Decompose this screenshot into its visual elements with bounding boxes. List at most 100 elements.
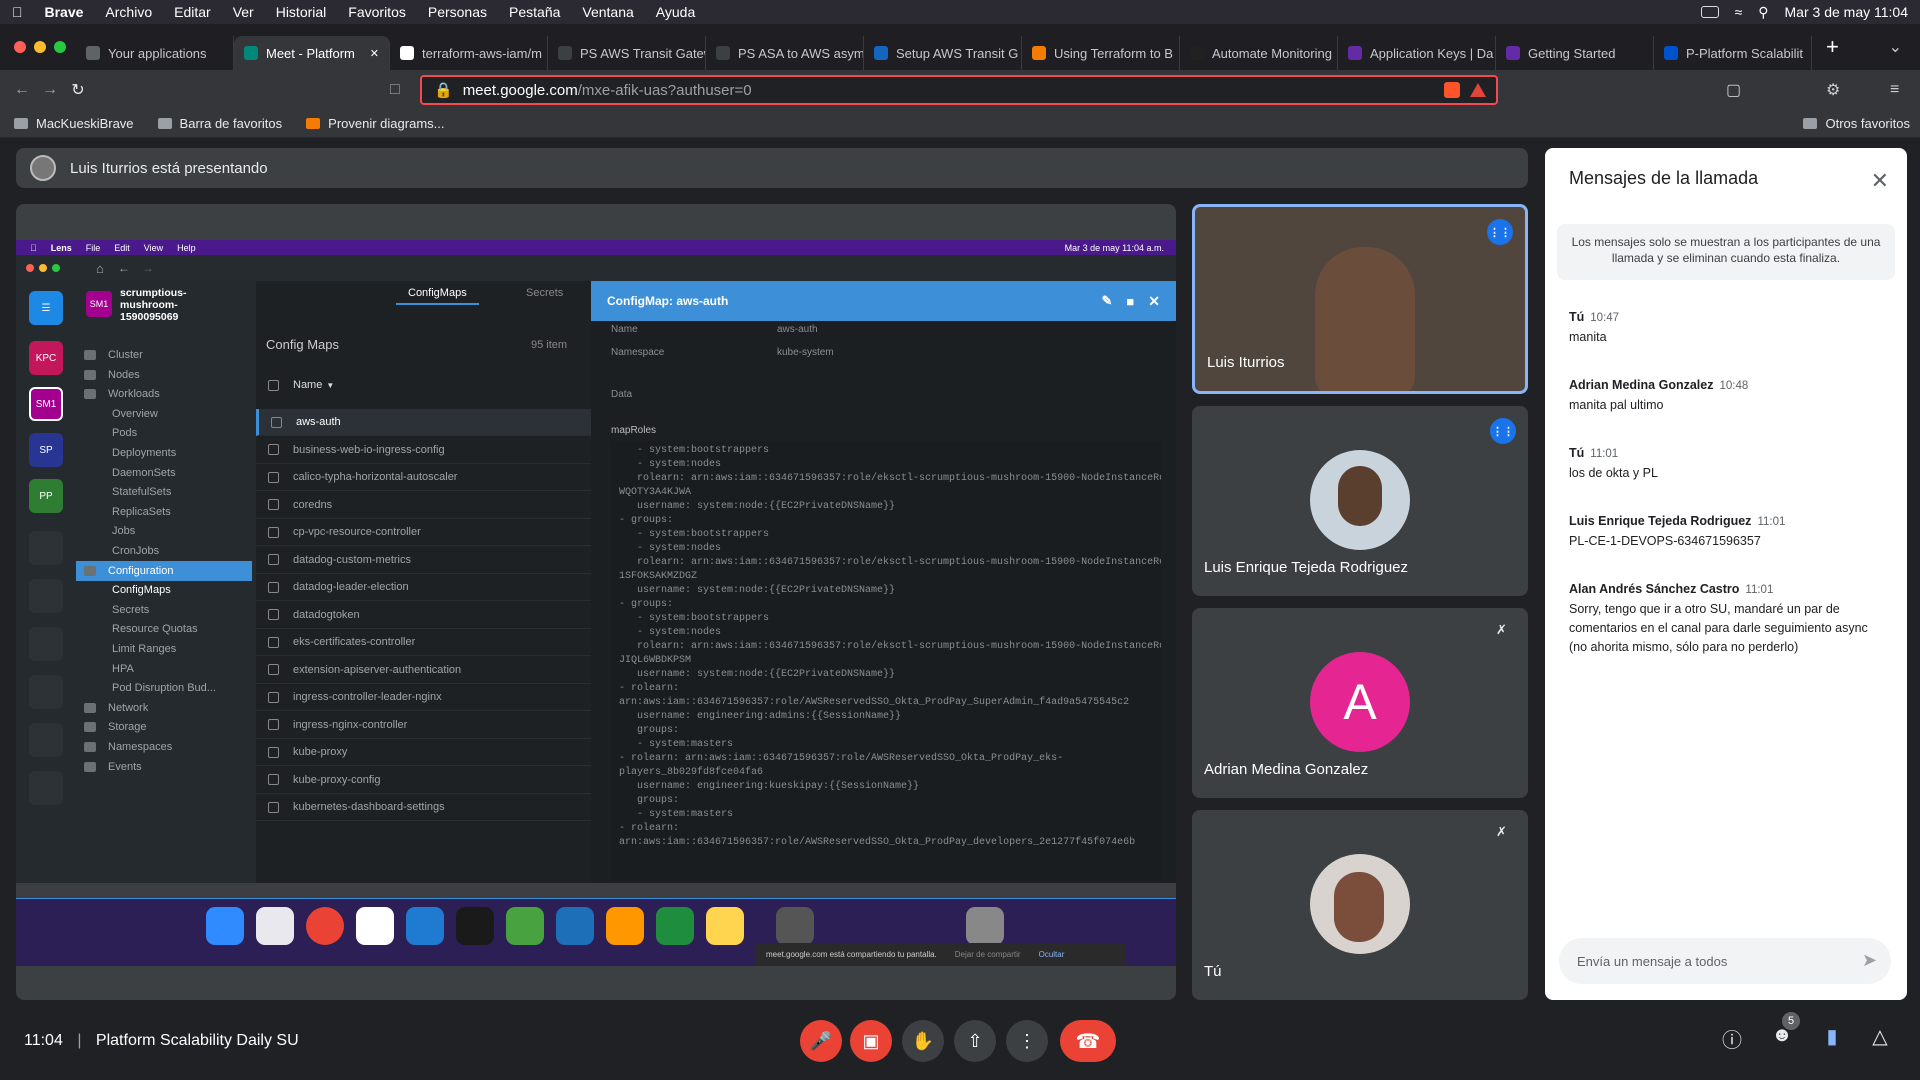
maproles-line: JIQL6WBDKPSM bbox=[619, 655, 692, 666]
browser-tab[interactable]: PS AWS Transit Gateway bbox=[548, 36, 706, 70]
more-options-button[interactable]: ⋮ bbox=[1006, 1020, 1048, 1062]
participant-tile[interactable]: ⋮⋮ Luis Iturrios bbox=[1192, 204, 1528, 394]
configmap-name: calico-typha-horizontal-autoscaler bbox=[293, 471, 458, 483]
tab-configmaps: ConfigMaps bbox=[396, 287, 479, 305]
folder-icon bbox=[14, 118, 28, 129]
forward-button[interactable]: → bbox=[36, 81, 64, 99]
menu-favoritos[interactable]: Favoritos bbox=[348, 4, 406, 20]
close-tab-icon[interactable]: ✕ bbox=[370, 47, 379, 60]
browser-tab[interactable]: Getting Started bbox=[1496, 36, 1654, 70]
close-icon[interactable]: ✕ bbox=[1871, 168, 1889, 194]
browser-tab[interactable]: PS ASA to AWS asymme bbox=[706, 36, 864, 70]
bookmark-mackueskibrave[interactable]: MacKueskiBrave bbox=[14, 116, 134, 131]
menu-icon[interactable]: ≡ bbox=[1890, 81, 1899, 99]
presenter-avatar bbox=[30, 155, 56, 181]
brave-rewards-icon[interactable] bbox=[1470, 83, 1486, 97]
app-menu-brave[interactable]: Brave bbox=[45, 4, 84, 20]
chat-title: Mensajes de la llamada bbox=[1569, 168, 1759, 188]
participant-tile[interactable]: ✗ Tú bbox=[1192, 810, 1528, 1000]
bookmark-provenir[interactable]: Provenir diagrams... bbox=[306, 116, 444, 131]
mic-toggle-button[interactable]: 🎤 bbox=[800, 1020, 842, 1062]
lens-sidebar-label: ConfigMaps bbox=[112, 584, 171, 597]
lens-sidebar-label: Resource Quotas bbox=[112, 623, 198, 636]
present-button[interactable]: ⇧ bbox=[954, 1020, 996, 1062]
participant-tile[interactable]: ⋮⋮ Luis Enrique Tejeda Rodriguez bbox=[1192, 406, 1528, 596]
tab-search-chevron-icon[interactable]: ⌄ bbox=[1889, 37, 1902, 57]
maproles-line: username: system:node:{{EC2PrivateDNSNam… bbox=[619, 669, 896, 680]
browser-tab[interactable]: terraform-aws-iam/m bbox=[390, 36, 548, 70]
send-icon[interactable]: ➤ bbox=[1862, 950, 1877, 971]
extension-icon[interactable]: ▢ bbox=[1726, 80, 1741, 100]
browser-tab[interactable]: Setup AWS Transit G bbox=[864, 36, 1022, 70]
participant-avatar bbox=[1310, 450, 1410, 550]
search-icon[interactable]: ⚲ bbox=[1758, 4, 1768, 21]
bookmark-barra-favoritos[interactable]: Barra de favoritos bbox=[157, 116, 282, 131]
tab-secrets: Secrets bbox=[526, 287, 564, 299]
cluster-name: scrumptious-mushroom-1590095069 bbox=[120, 287, 187, 323]
browser-tab[interactable]: Meet - Platform ✕ bbox=[234, 36, 390, 70]
chat-message-input[interactable]: Envía un mensaje a todos ➤ bbox=[1559, 938, 1891, 984]
favicon-icon bbox=[1032, 46, 1046, 60]
nav-icon bbox=[84, 565, 96, 576]
favicon-icon bbox=[244, 46, 258, 60]
macos-menubar:  Brave Archivo Editar Ver Historial Fav… bbox=[0, 0, 1920, 24]
catalog-icon: ☰ bbox=[29, 291, 63, 325]
brave-shields-icon[interactable] bbox=[1444, 82, 1460, 98]
configmap-row: kube-proxy-config bbox=[256, 767, 591, 794]
browser-tab[interactable]: Using Terraform to B bbox=[1022, 36, 1180, 70]
maproles-line: - system:nodes bbox=[619, 627, 722, 638]
browser-tab[interactable]: Automate Monitoring bbox=[1180, 36, 1338, 70]
nav-icon bbox=[84, 369, 96, 380]
chat-icon[interactable]: ▮ bbox=[1818, 1024, 1846, 1052]
data-label: Data bbox=[611, 389, 633, 400]
puzzle-icon[interactable]: ⚙ bbox=[1826, 80, 1840, 100]
configmap-row: cp-vpc-resource-controller bbox=[256, 519, 591, 546]
minimize-window-button[interactable] bbox=[34, 41, 46, 53]
back-button[interactable]: ← bbox=[8, 81, 36, 99]
close-window-button[interactable] bbox=[14, 41, 26, 53]
lens-sidebar-label: Overview bbox=[112, 407, 158, 420]
menu-ver[interactable]: Ver bbox=[233, 4, 254, 20]
activities-icon[interactable]: △ bbox=[1866, 1024, 1894, 1052]
menu-historial[interactable]: Historial bbox=[276, 4, 327, 20]
apple-icon[interactable]:  bbox=[12, 4, 23, 20]
forward-arrow-icon: → bbox=[141, 261, 154, 275]
browser-tab[interactable]: Application Keys | Da bbox=[1338, 36, 1496, 70]
menu-editar[interactable]: Editar bbox=[174, 4, 211, 20]
wifi-icon[interactable]: ≈ bbox=[1735, 4, 1743, 20]
browser-tab[interactable]: Your applications bbox=[76, 36, 234, 70]
maproles-line: rolearn: arn:aws:iam::634671596357:role/… bbox=[619, 641, 1161, 652]
reload-button[interactable]: ↻ bbox=[64, 80, 92, 100]
new-tab-button[interactable]: + bbox=[1826, 34, 1839, 60]
participant-tile[interactable]: A ✗ Adrian Medina Gonzalez bbox=[1192, 608, 1528, 798]
lens-sidebar-item: Overview bbox=[112, 404, 158, 424]
favicon-icon bbox=[1664, 46, 1678, 60]
slack-icon bbox=[356, 907, 394, 945]
detail-namespace-label: Namespace bbox=[611, 347, 665, 358]
bookmark-icon[interactable]: □ bbox=[390, 81, 400, 99]
zoom-window-button[interactable] bbox=[54, 41, 66, 53]
menu-pestana[interactable]: Pestaña bbox=[509, 4, 560, 20]
maproles-line: - rolearn: arn:aws:iam::634671596357:rol… bbox=[619, 753, 1064, 764]
browser-tab[interactable]: P-Platform Scalabilit bbox=[1654, 36, 1812, 70]
lens-sidebar-item: ConfigMaps bbox=[112, 580, 171, 600]
bookmark-otros-favoritos[interactable]: Otros favoritos bbox=[1803, 116, 1910, 131]
maproles-line: - system:nodes bbox=[619, 459, 722, 470]
menu-ayuda[interactable]: Ayuda bbox=[656, 4, 695, 20]
nav-icon bbox=[84, 389, 96, 400]
raise-hand-button[interactable]: ✋ bbox=[902, 1020, 944, 1062]
end-call-button[interactable]: ☎ bbox=[1060, 1020, 1116, 1062]
menu-ventana[interactable]: Ventana bbox=[582, 4, 633, 20]
menubar-datetime[interactable]: Mar 3 de may 11:04 bbox=[1785, 4, 1908, 20]
camera-toggle-button[interactable]: ▣ bbox=[850, 1020, 892, 1062]
address-bar[interactable]: 🔒 meet.google.com/mxe-afik-uas?authuser=… bbox=[420, 75, 1498, 105]
info-icon[interactable]: ⓘ bbox=[1718, 1024, 1746, 1052]
status-icon[interactable] bbox=[1700, 6, 1719, 18]
mic-off-icon: 🎤 bbox=[809, 1030, 833, 1051]
menu-personas[interactable]: Personas bbox=[428, 4, 487, 20]
chat-panel: Mensajes de la llamada ✕ Los mensajes so… bbox=[1545, 148, 1907, 1000]
folder-icon bbox=[157, 118, 172, 129]
menu-archivo[interactable]: Archivo bbox=[105, 4, 152, 20]
lens-sidebar-item: Cluster bbox=[84, 345, 143, 365]
terminal-icon bbox=[456, 907, 494, 945]
